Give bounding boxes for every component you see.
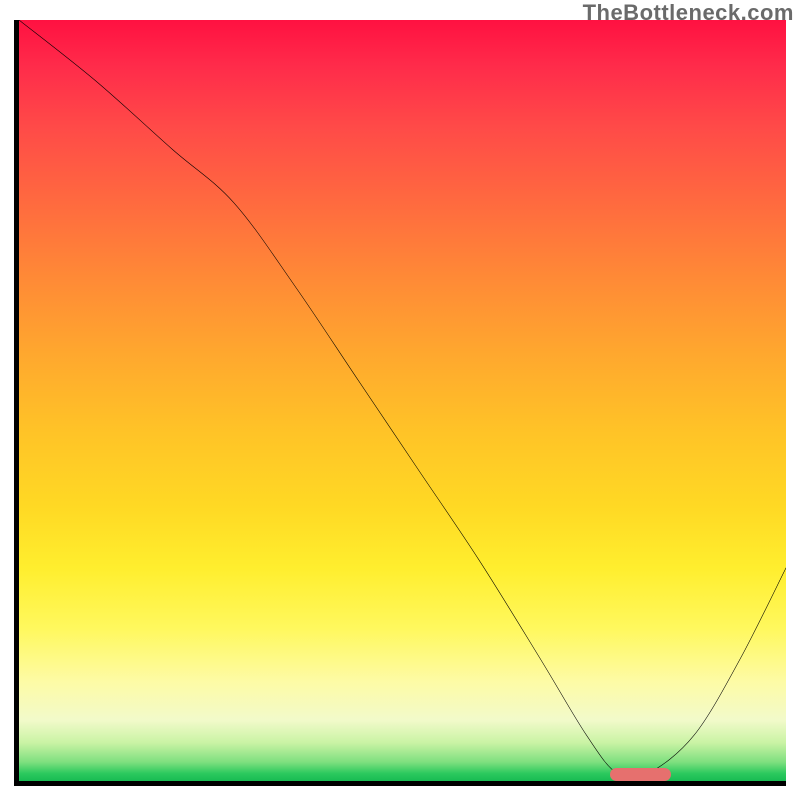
chart-canvas: TheBottleneck.com (0, 0, 800, 800)
bottleneck-curve (19, 20, 786, 781)
plot-area (14, 20, 786, 786)
highlight-marker (610, 768, 671, 781)
